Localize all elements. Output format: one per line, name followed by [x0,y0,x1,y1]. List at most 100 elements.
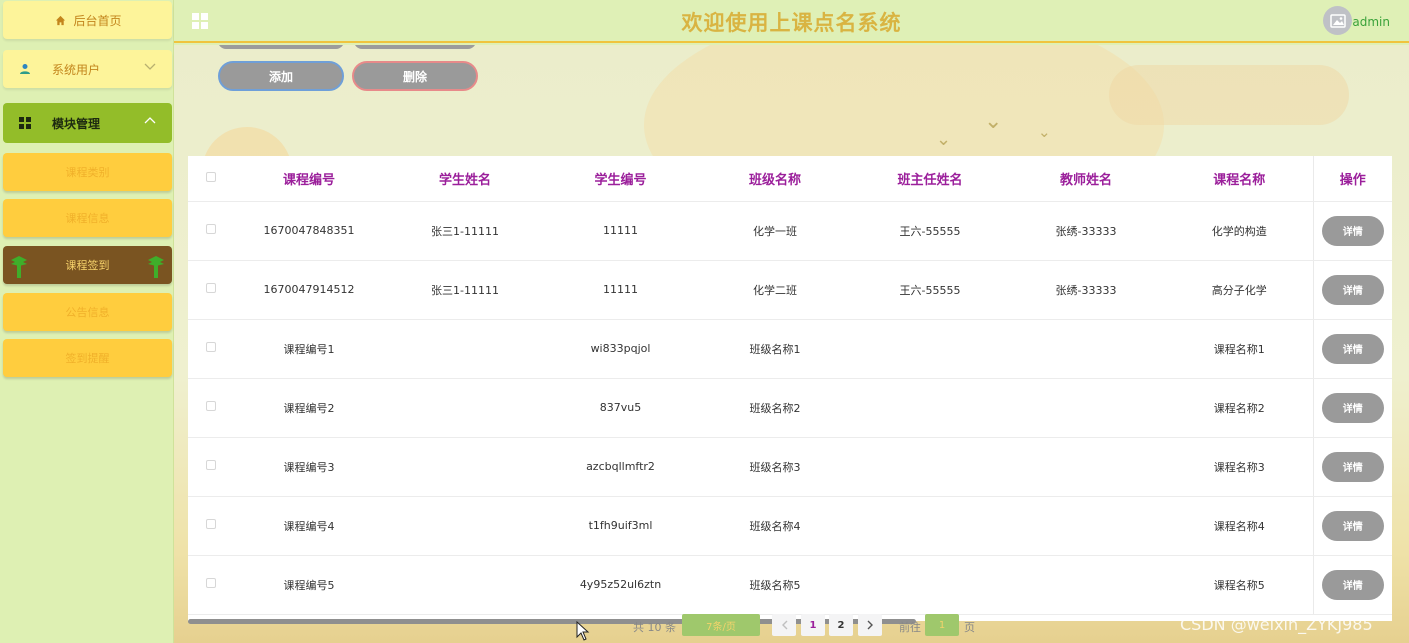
table-cell [385,496,545,556]
column-header: 课程名称 [1166,156,1313,202]
user-name[interactable]: admin [1352,15,1390,29]
top-header: 欢迎使用上课点名系统 admin [174,0,1409,43]
avatar[interactable] [1323,6,1352,35]
table-cell: 1670047848351 [233,201,385,261]
row-checkbox[interactable] [205,283,216,293]
column-header: 班级名称 [696,156,854,202]
sidebar-item-label: 模块管理 [52,116,101,131]
bird-icon: ⌄ [984,109,1003,134]
table-cell: 张绣-33333 [1006,201,1166,261]
page-number[interactable]: 2 [829,614,853,636]
page-title: 欢迎使用上课点名系统 [681,11,902,35]
table-cell: 张三1-11111 [385,201,545,261]
home-icon [53,15,67,26]
column-header: 教师姓名 [1006,156,1166,202]
table-cell [854,555,1006,615]
add-button[interactable]: 添加 [218,61,344,91]
sidebar-item-course-signin[interactable]: 课程签到 [3,246,172,284]
table-cell: 班级名称2 [696,378,854,438]
table-cell: 高分子化学 [1166,260,1313,320]
user-icon [18,63,32,75]
chevron-up-icon [144,113,156,127]
row-checkbox[interactable] [205,460,216,470]
next-page-button[interactable] [858,614,882,636]
table-cell: 课程名称1 [1166,319,1313,379]
row-checkbox[interactable] [205,519,216,529]
table-cell: 王六-55555 [854,201,1006,261]
sidebar-item-announcements[interactable]: 公告信息 [3,293,172,331]
table-cell [1006,555,1166,615]
table-cell: 课程编号4 [233,496,385,556]
table-cell [385,437,545,497]
table-cell: 4y95z52ul6ztn [545,555,696,615]
search-button-partial[interactable] [218,45,344,49]
reset-button-partial[interactable] [354,45,476,49]
detail-button[interactable]: 详情 [1321,451,1384,482]
table-cell [1006,319,1166,379]
table-cell: 张三1-11111 [385,260,545,320]
table-cell: 班级名称3 [696,437,854,497]
mouse-cursor-icon [576,620,590,641]
prev-page-button[interactable] [772,614,796,636]
table-row: 课程编号5 4y95z52ul6ztn 班级名称5 课程名称5 详情 [188,555,1392,615]
table-cell: 课程编号5 [233,555,385,615]
table-row: 1670047914512 张三1-11111 11111 化学二班 王六-55… [188,260,1392,320]
delete-button[interactable]: 删除 [352,61,478,91]
pagination-total: 共 10 条 [633,621,676,634]
page-size-select[interactable]: 7条/页 [682,614,760,636]
detail-button[interactable]: 详情 [1321,333,1384,364]
main-content: ⌄ ⌄ ⌄ 添加 删除 课程编号 学生姓名 学生编号 班级名称 班主任姓名 教师… [174,45,1409,643]
row-checkbox[interactable] [205,342,216,352]
table-cell: 课程编号1 [233,319,385,379]
select-all-cell[interactable] [188,156,233,202]
tree-icon [146,254,166,278]
select-all-checkbox[interactable] [205,171,216,182]
sidebar-item-label: 公告信息 [65,306,110,319]
table-cell: 11111 [545,201,696,261]
goto-label: 前往 [899,621,921,634]
chevron-left-icon [781,620,787,630]
sidebar-item-course-info[interactable]: 课程信息 [3,199,172,237]
table-cell [1006,437,1166,497]
goto-page-input[interactable]: 1 [925,614,959,636]
table-cell [1006,378,1166,438]
table-row: 1670047848351 张三1-11111 11111 化学一班 王六-55… [188,201,1392,261]
table-cell [854,319,1006,379]
column-header: 课程编号 [233,156,385,202]
column-header: 操作 [1312,156,1392,202]
sidebar-item-label: 后台首页 [73,13,122,28]
row-checkbox[interactable] [205,224,216,234]
table-cell [1006,496,1166,556]
table-cell: 张绣-33333 [1006,260,1166,320]
page-number[interactable]: 1 [801,614,825,636]
sidebar-item-system-users[interactable]: 系统用户 [3,50,172,88]
table-row: 课程编号2 837vu5 班级名称2 课程名称2 详情 [188,378,1392,438]
detail-button[interactable]: 详情 [1321,392,1384,423]
detail-button[interactable]: 详情 [1321,569,1384,600]
column-header: 班主任姓名 [854,156,1006,202]
table-header-row: 课程编号 学生姓名 学生编号 班级名称 班主任姓名 教师姓名 课程名称 操作 [188,156,1392,202]
sidebar-item-home[interactable]: 后台首页 [3,1,172,39]
sidebar-item-label: 课程信息 [65,212,110,225]
sidebar-item-label: 课程签到 [65,259,110,272]
page-suffix: 页 [964,621,975,634]
row-checkbox[interactable] [205,578,216,588]
watermark: CSDN @weixin_ZYKJ985 [1180,615,1373,634]
sidebar-item-course-category[interactable]: 课程类别 [3,153,172,191]
sidebar-item-module-management[interactable]: 模块管理 [3,103,172,143]
detail-button[interactable]: 详情 [1321,274,1384,305]
column-header: 学生编号 [545,156,696,202]
table-cell: 化学二班 [696,260,854,320]
table-cell: 班级名称4 [696,496,854,556]
table-row: 课程编号1 wi833pqjol 班级名称1 课程名称1 详情 [188,319,1392,379]
table-cell: 课程名称2 [1166,378,1313,438]
detail-button[interactable]: 详情 [1321,215,1384,246]
column-header: 学生姓名 [385,156,545,202]
table-cell: 课程编号3 [233,437,385,497]
sidebar-item-signin-reminder[interactable]: 签到提醒 [3,339,172,377]
table-cell: 课程名称5 [1166,555,1313,615]
table-cell [854,378,1006,438]
detail-button[interactable]: 详情 [1321,510,1384,541]
data-table: 课程编号 学生姓名 学生编号 班级名称 班主任姓名 教师姓名 课程名称 操作 1… [188,156,1392,621]
row-checkbox[interactable] [205,401,216,411]
